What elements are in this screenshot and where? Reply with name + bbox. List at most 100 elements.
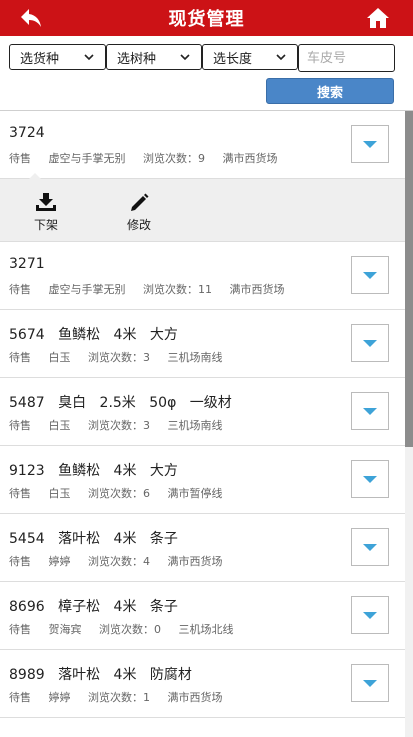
seller-name: 虚空与手掌无别	[48, 152, 126, 165]
wood-type: 臭白	[58, 395, 87, 411]
location: 满市西货场	[222, 152, 278, 165]
expand-toggle-button[interactable]	[351, 596, 389, 634]
species-select[interactable]: 选货种	[9, 44, 106, 70]
view-count: 浏览次数：9	[143, 152, 205, 165]
length: 4米	[113, 327, 137, 343]
download-tray-icon	[26, 191, 66, 213]
wood-select[interactable]: 选树种	[106, 44, 202, 70]
plate-number-input[interactable]	[298, 44, 395, 72]
view-count: 浏览次数：11	[143, 283, 212, 296]
status-text: 待售	[9, 283, 31, 296]
list-item[interactable]: 8696 樟子松 4米 条子 待售 贺海宾 浏览次数：0 三机场北线	[0, 582, 405, 650]
seller-name: 虚空与手掌无别	[48, 283, 126, 296]
item-title: 9123 鱼鳞松 4米 大方	[9, 460, 187, 480]
stock-list: 3724 待售 虚空与手掌无别 浏览次数：9 满市西货场 下架 修改 3271 …	[0, 111, 405, 718]
list-item[interactable]: 5674 鱼鳞松 4米 大方 待售 白玉 浏览次数：3 三机场南线	[0, 310, 405, 378]
location: 三机场南线	[167, 419, 223, 432]
list-item[interactable]: 3271 待售 虚空与手掌无别 浏览次数：11 满市西货场	[0, 242, 405, 310]
car-number: 5674	[9, 327, 45, 343]
scrollbar-thumb[interactable]	[405, 111, 413, 447]
caret-down-icon	[363, 339, 377, 347]
status-text: 待售	[9, 487, 31, 500]
car-number: 5454	[9, 531, 45, 547]
location: 三机场北线	[178, 623, 234, 636]
length: 2.5米	[99, 395, 136, 411]
grade: 大方	[149, 463, 178, 479]
caret-down-icon	[363, 543, 377, 551]
wood-type: 鱼鳞松	[58, 327, 101, 343]
view-count: 浏览次数：4	[88, 555, 150, 568]
item-title: 5487 臭白 2.5米 50φ 一级材	[9, 392, 241, 412]
expand-toggle-button[interactable]	[351, 256, 389, 294]
view-count: 浏览次数：1	[88, 691, 150, 704]
seller-name: 婷婷	[48, 691, 71, 704]
list-item[interactable]: 8989 落叶松 4米 防腐材 待售 婷婷 浏览次数：1 满市西货场	[0, 650, 405, 718]
status-text: 待售	[9, 419, 31, 432]
chevron-down-icon	[84, 54, 94, 61]
car-number: 9123	[9, 463, 45, 479]
car-number: 5487	[9, 395, 45, 411]
search-button[interactable]: 搜索	[266, 78, 394, 104]
view-count: 浏览次数：0	[99, 623, 161, 636]
grade: 条子	[149, 531, 178, 547]
caret-down-icon	[363, 407, 377, 415]
location: 满市西货场	[167, 691, 223, 704]
home-icon[interactable]	[365, 6, 391, 30]
expand-toggle-button[interactable]	[351, 324, 389, 362]
diameter: 50φ	[149, 395, 177, 411]
item-title: 3724	[9, 125, 54, 141]
expand-toggle-button[interactable]	[351, 125, 389, 163]
location: 满市西货场	[229, 283, 285, 296]
delist-label: 下架	[33, 218, 58, 232]
item-title: 8696 樟子松 4米 条子	[9, 596, 187, 616]
edit-button[interactable]: 修改	[119, 191, 159, 233]
expand-toggle-button[interactable]	[351, 460, 389, 498]
car-number: 3271	[9, 256, 45, 272]
car-number: 8989	[9, 667, 45, 683]
expand-toggle-button[interactable]	[351, 528, 389, 566]
list-item[interactable]: 5454 落叶松 4米 条子 待售 婷婷 浏览次数：4 满市西货场	[0, 514, 405, 582]
item-meta: 待售 白玉 浏览次数：3 三机场南线	[9, 349, 237, 365]
item-meta: 待售 婷婷 浏览次数：1 满市西货场	[9, 689, 237, 705]
header-bar: 现货管理	[0, 0, 413, 36]
length: 4米	[113, 463, 137, 479]
length: 4米	[113, 667, 137, 683]
item-meta: 待售 白玉 浏览次数：3 三机场南线	[9, 417, 237, 433]
item-title: 8989 落叶松 4米 防腐材	[9, 664, 201, 684]
car-number: 8696	[9, 599, 45, 615]
item-meta: 待售 白玉 浏览次数：6 满市暂停线	[9, 485, 237, 501]
item-meta: 待售 虚空与手掌无别 浏览次数：9 满市西货场	[9, 150, 292, 166]
item-title: 5674 鱼鳞松 4米 大方	[9, 324, 187, 344]
chevron-down-icon	[180, 54, 190, 61]
seller-name: 白玉	[48, 351, 71, 364]
item-meta: 待售 贺海宾 浏览次数：0 三机场北线	[9, 621, 248, 637]
status-text: 待售	[9, 351, 31, 364]
back-arrow-icon[interactable]	[18, 6, 44, 30]
grade: 条子	[149, 599, 178, 615]
location: 满市暂停线	[167, 487, 223, 500]
status-text: 待售	[9, 555, 31, 568]
caret-down-icon	[363, 140, 377, 148]
list-item[interactable]: 3724 待售 虚空与手掌无别 浏览次数：9 满市西货场	[0, 111, 405, 179]
item-meta: 待售 婷婷 浏览次数：4 满市西货场	[9, 553, 237, 569]
length: 4米	[113, 531, 137, 547]
delist-button[interactable]: 下架	[26, 191, 66, 233]
item-title: 5454 落叶松 4米 条子	[9, 528, 187, 548]
page-title: 现货管理	[168, 9, 245, 30]
location: 三机场南线	[167, 351, 223, 364]
expand-toggle-button[interactable]	[351, 392, 389, 430]
caret-down-icon	[363, 475, 377, 483]
view-count: 浏览次数：3	[88, 419, 150, 432]
item-title: 3271	[9, 256, 54, 272]
pencil-icon	[119, 191, 159, 213]
caret-down-icon	[363, 679, 377, 687]
grade: 防腐材	[149, 667, 192, 683]
list-item[interactable]: 5487 臭白 2.5米 50φ 一级材 待售 白玉 浏览次数：3 三机场南线	[0, 378, 405, 446]
view-count: 浏览次数：6	[88, 487, 150, 500]
list-item[interactable]: 9123 鱼鳞松 4米 大方 待售 白玉 浏览次数：6 满市暂停线	[0, 446, 405, 514]
length-select[interactable]: 选长度	[202, 44, 298, 70]
wood-type: 落叶松	[58, 531, 101, 547]
filter-row: 选货种 选树种 选长度	[9, 44, 404, 74]
expand-toggle-button[interactable]	[351, 664, 389, 702]
seller-name: 白玉	[48, 419, 71, 432]
